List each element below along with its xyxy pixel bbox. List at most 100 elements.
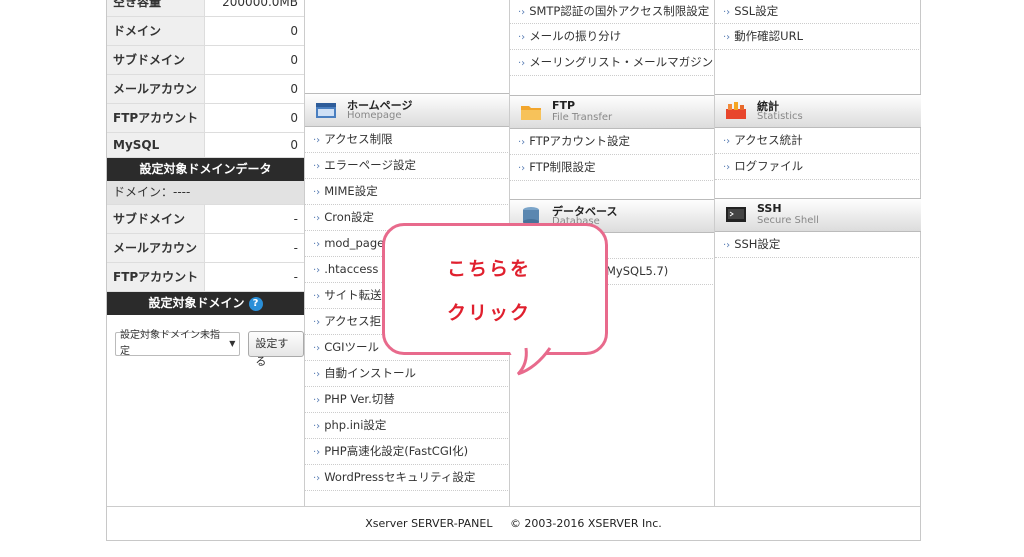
- arrow-icon: ·›: [723, 7, 731, 18]
- menu-item-access-restriction[interactable]: ·› アクセス制限: [305, 127, 510, 153]
- menu-item-ssh-settings[interactable]: ·› SSH設定: [715, 232, 921, 258]
- menu-label: Cron設定: [324, 210, 375, 224]
- menu-label: FTPアカウント設定: [529, 134, 631, 148]
- menu-item-error-page[interactable]: ·› エラーページ設定: [305, 153, 510, 179]
- domain-data-title: 設定対象ドメインデータ: [107, 158, 304, 181]
- menu-item-ftp-restriction[interactable]: ·› FTP制限設定: [510, 155, 715, 181]
- menu-label: エラーページ設定: [324, 158, 416, 172]
- domain-line: ドメイン：----: [107, 181, 304, 205]
- ftp-title: FTP: [552, 99, 576, 112]
- menu-item-ftp-account[interactable]: ·› FTPアカウント設定: [510, 129, 715, 155]
- arrow-icon: ·›: [313, 135, 321, 146]
- stat-value: 200000.0MB: [222, 0, 298, 9]
- bar-chart-icon: [726, 102, 746, 119]
- arrow-icon: ·›: [723, 32, 731, 43]
- menu-item-mailing-list[interactable]: ·› メーリングリスト・メールマガジン: [510, 50, 715, 76]
- folder-icon: [521, 106, 541, 120]
- domain-select[interactable]: 設定対象ドメイン未指定 ▼: [115, 330, 241, 357]
- menu-label: mod_page: [324, 236, 385, 250]
- arrow-icon: ·›: [313, 187, 321, 198]
- arrow-icon: ·›: [313, 421, 321, 432]
- ftp-subtitle: File Transfer: [552, 112, 613, 123]
- ssh-section-header: SSH Secure Shell: [715, 198, 921, 232]
- domain-select-value: 設定対象ドメイン未指定: [120, 330, 220, 357]
- menu-item-mime[interactable]: ·› MIME設定: [305, 179, 510, 205]
- menu-item-auto-install[interactable]: ·› 自動インストール: [305, 361, 510, 387]
- menu-label: ログファイル: [734, 159, 804, 173]
- set-domain-button[interactable]: 設定する: [248, 331, 304, 368]
- callout-bubble: こちらを クリック: [382, 223, 608, 355]
- arrow-icon: ·›: [518, 163, 526, 174]
- arrow-icon: ·›: [518, 7, 526, 18]
- menu-label: SSL設定: [734, 4, 779, 18]
- menu-label: SSH設定: [734, 237, 781, 251]
- callout-line-2: クリック: [447, 302, 532, 324]
- menu-item-php-fastcgi[interactable]: ·› PHP高速化設定(FastCGI化): [305, 439, 510, 465]
- stat-label: ドメイン: [107, 17, 205, 45]
- stat-label: MySQL: [107, 133, 205, 157]
- menu-label: アクセス統計: [734, 133, 803, 147]
- stat-label: メールアカウント: [107, 234, 205, 283]
- domain-stat-row: メールアカウント -: [107, 234, 304, 283]
- ssh-title: SSH: [757, 202, 782, 215]
- arrow-icon: ·›: [723, 162, 731, 173]
- homepage-icon: [316, 103, 336, 118]
- menu-item-verify-url[interactable]: ·› 動作確認URL: [715, 24, 921, 50]
- stat-row-subdomain: サブドメイン 0: [107, 46, 304, 75]
- stats-spacer: [715, 180, 921, 198]
- domain-spacer: [715, 50, 921, 94]
- mail-spacer: [510, 76, 715, 95]
- menu-label: MIME設定: [324, 184, 378, 198]
- stat-label: メールアカウント: [107, 75, 205, 124]
- arrow-icon: ·›: [723, 240, 731, 251]
- stat-value: 0: [290, 138, 298, 152]
- menu-label: SMTP認証の国外アクセス制限設定: [529, 4, 710, 18]
- stat-label: 空き容量: [107, 0, 205, 16]
- domain-select-area: 設定対象ドメイン未指定 ▼ 設定する: [107, 315, 304, 368]
- arrow-icon: ·›: [313, 369, 321, 380]
- menu-item-log-files[interactable]: ·› ログファイル: [715, 154, 921, 180]
- arrow-icon: ·›: [313, 265, 321, 276]
- stat-label: サブドメイン: [107, 205, 205, 233]
- stats-section-header: 統計 Statistics: [715, 94, 921, 128]
- menu-label: サイト転送: [324, 288, 382, 302]
- menu-label: 自動インストール: [324, 366, 416, 380]
- menu-item-access-stats[interactable]: ·› アクセス統計: [715, 128, 921, 154]
- chevron-down-icon: ▼: [229, 339, 236, 348]
- domain-stat-row: サブドメイン -: [107, 205, 304, 234]
- menu-item-php-version[interactable]: ·› PHP Ver.切替: [305, 387, 510, 413]
- menu-label: htaccess: [327, 262, 379, 276]
- arrow-icon: ·›: [313, 161, 321, 172]
- arrow-icon: ·›: [723, 136, 731, 147]
- menu-item-wordpress-security[interactable]: ·› WordPressセキュリティ設定: [305, 465, 510, 491]
- arrow-icon: ·›: [518, 137, 526, 148]
- callout-line-1: こちらを: [447, 258, 532, 280]
- target-domain-title-text: 設定対象ドメイン: [148, 296, 245, 310]
- callout-tail: [510, 346, 552, 376]
- arrow-icon: ·›: [313, 395, 321, 406]
- menu-label: メーリングリスト・メールマガジン: [529, 55, 714, 69]
- stat-label: FTPアカウント: [107, 104, 205, 132]
- stat-value: 0: [290, 111, 298, 125]
- stats-ssh-column: ·› SSL設定 ·› 動作確認URL 統計 Statistics ·› アクセス統計…: [714, 0, 921, 506]
- homepage-subtitle: Homepage: [347, 110, 402, 121]
- arrow-icon: ·›: [313, 473, 321, 484]
- sidebar: 空き容量 200000.0MB ドメイン 0 サブドメイン 0 メールアカウント…: [107, 0, 304, 506]
- menu-label: CGIツール: [324, 340, 380, 354]
- homepage-spacer: [305, 0, 510, 93]
- stat-row-disk: 空き容量 200000.0MB: [107, 0, 304, 17]
- menu-item-mail-filter[interactable]: ·› メールの振り分け: [510, 24, 715, 50]
- menu-label: php.ini設定: [324, 418, 387, 432]
- menu-label: MySQL5.7): [606, 264, 669, 278]
- arrow-icon: ·›: [518, 58, 526, 69]
- stat-row-mysql: MySQL 0: [107, 133, 304, 158]
- target-domain-title: 設定対象ドメイン?: [107, 292, 304, 315]
- menu-item-ssl[interactable]: ·› SSL設定: [715, 0, 921, 24]
- help-icon[interactable]: ?: [248, 296, 263, 311]
- menu-item-php-ini[interactable]: ·› php.ini設定: [305, 413, 510, 439]
- stat-value: -: [293, 212, 298, 226]
- stat-label: FTPアカウント: [107, 263, 205, 291]
- arrow-icon: ·›: [313, 317, 321, 328]
- menu-item-smtp-restriction[interactable]: ·› SMTP認証の国外アクセス制限設定: [510, 0, 715, 24]
- menu-label: WordPressセキュリティ設定: [324, 470, 476, 484]
